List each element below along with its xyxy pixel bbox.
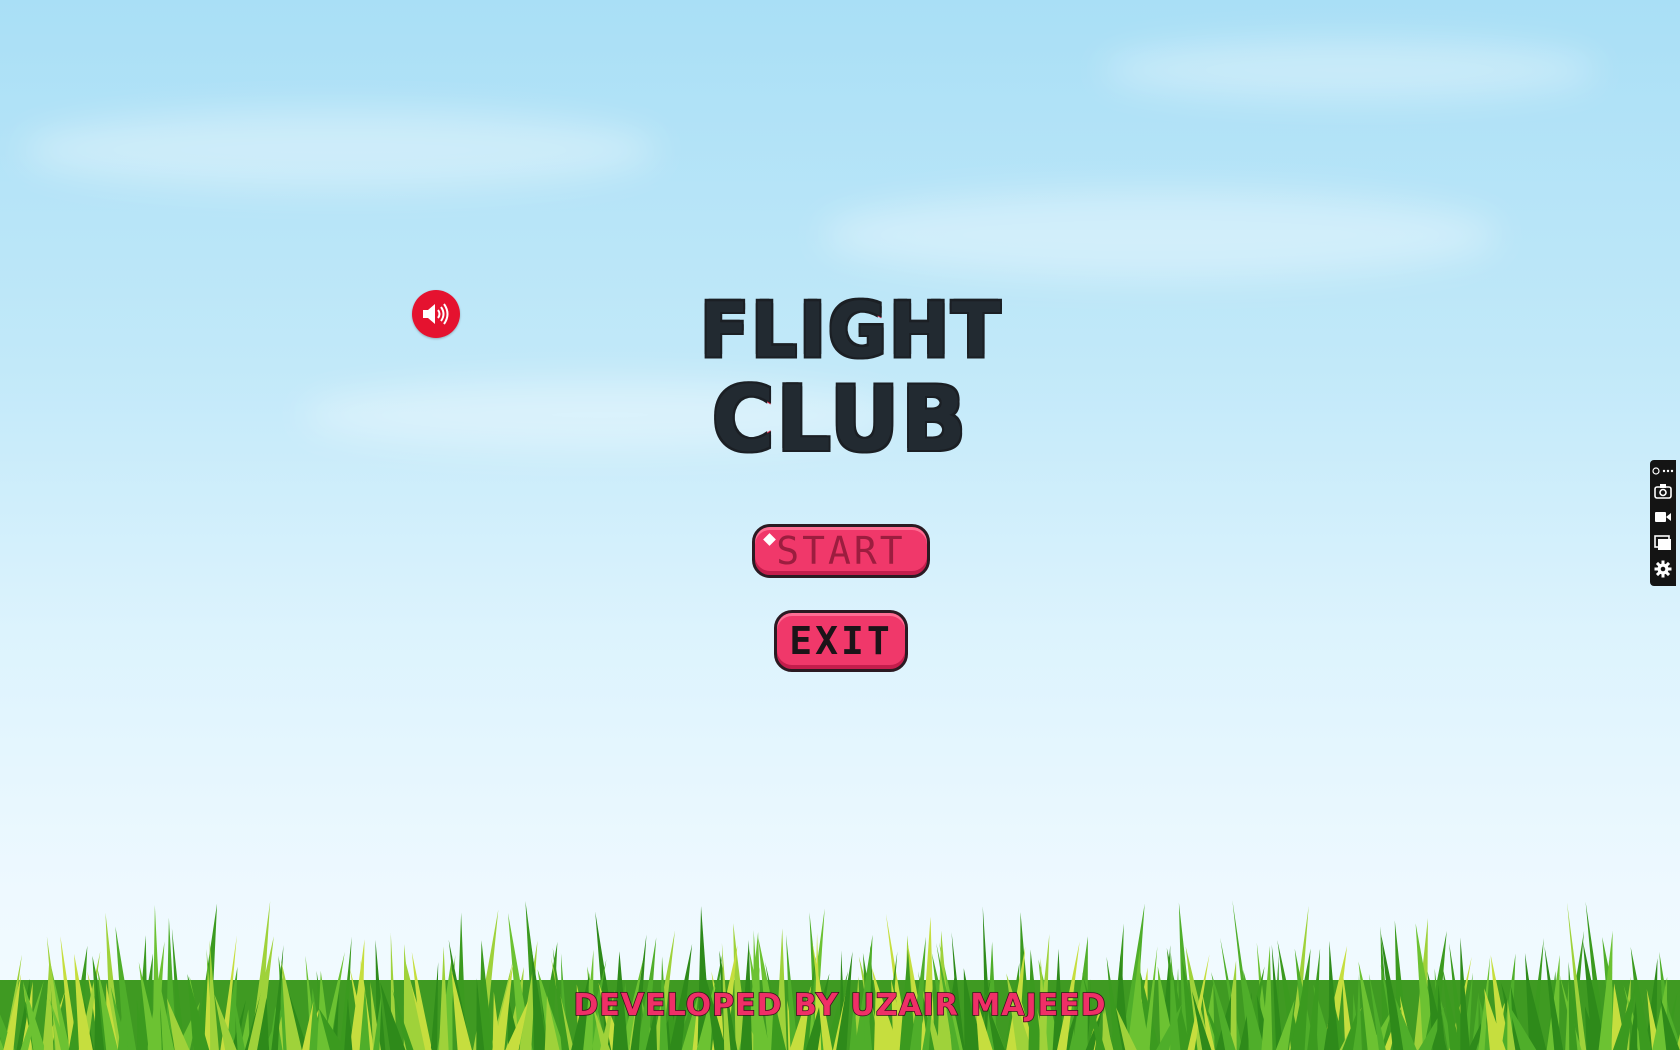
record-button[interactable] [1650, 504, 1676, 530]
grass-ground [0, 900, 1680, 1050]
side-toolbar [1650, 460, 1676, 586]
camera-icon [1654, 484, 1672, 499]
exit-button-label: EXIT [789, 619, 893, 663]
speaker-on-icon [423, 303, 449, 325]
game-logo: FLIGHT CLUB [699, 285, 1003, 475]
exit-button[interactable]: EXIT [774, 610, 908, 672]
sound-toggle-button[interactable] [412, 290, 460, 338]
shine-decoration [763, 533, 776, 546]
window-button[interactable] [1650, 530, 1676, 556]
gear-icon [1654, 560, 1672, 578]
expand-icon [1652, 467, 1674, 475]
screenshot-button[interactable] [1650, 478, 1676, 504]
window-icon [1654, 535, 1671, 550]
cloud [820, 190, 1500, 280]
logo-line-2: CLUB [710, 367, 969, 472]
cloud [20, 110, 660, 190]
start-button-label: START [776, 529, 906, 573]
developer-credit: DEVELOPED BY UZAIR MAJEED [573, 987, 1107, 1024]
video-icon [1655, 512, 1671, 522]
cloud [1100, 40, 1600, 100]
logo-line-1: FLIGHT [699, 285, 1003, 375]
expand-button[interactable] [1650, 464, 1676, 478]
start-button[interactable]: START [752, 524, 930, 578]
settings-button[interactable] [1650, 556, 1676, 582]
